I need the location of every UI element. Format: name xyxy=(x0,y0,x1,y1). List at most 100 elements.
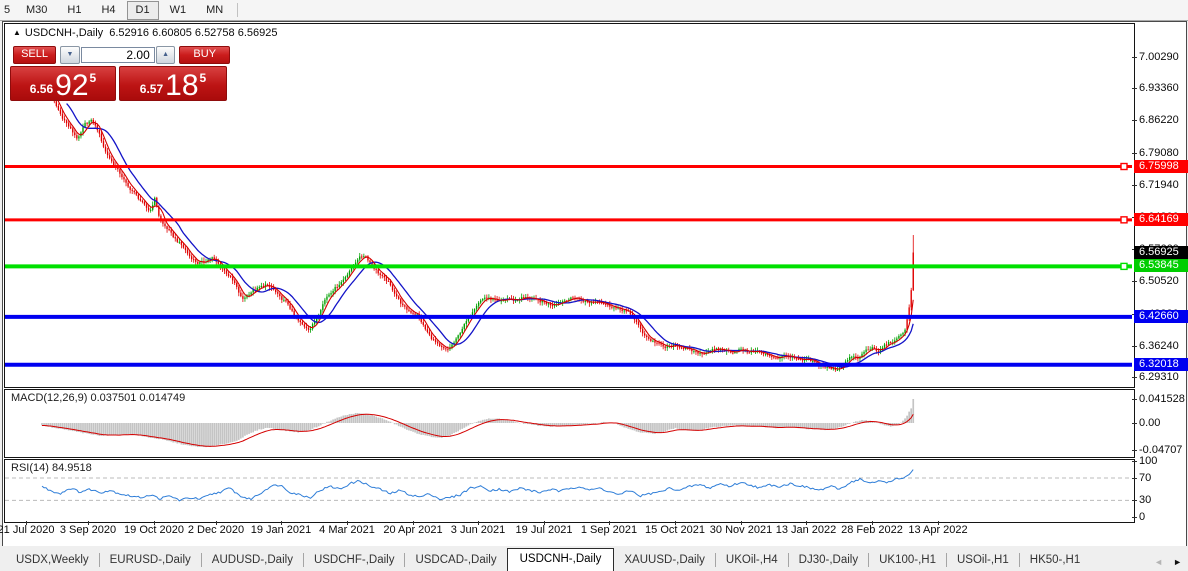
y-axis-tick xyxy=(1132,120,1137,122)
tab-item-usdcnhdaily[interactable]: USDCNH-,Daily xyxy=(506,548,615,571)
rsi-axis-tick xyxy=(1132,517,1137,519)
price-tag: 6.32018 xyxy=(1134,357,1188,371)
y-axis-tick xyxy=(1132,184,1137,186)
macd-axis-tick-label: 0.041528 xyxy=(1139,392,1185,405)
date-axis-label: 15 Oct 2021 xyxy=(645,524,705,536)
rsi-label: RSI(14) 84.9518 xyxy=(11,462,92,474)
toolbar-timeframe-button-d1[interactable]: D1 xyxy=(126,0,159,20)
buy-button[interactable]: BUY xyxy=(179,45,230,64)
tab-scroll-right-icon[interactable]: ► xyxy=(1173,557,1182,567)
date-axis-label: 2 Dec 2020 xyxy=(187,524,245,536)
toolbar-timeframe-button-m30[interactable]: M30 xyxy=(17,1,56,20)
y-axis-tick xyxy=(1132,345,1137,347)
y-axis-tick xyxy=(1132,57,1137,58)
collapse-arrow-icon[interactable]: ▲ xyxy=(13,28,21,37)
price-tag: 6.64169 xyxy=(1134,212,1188,226)
macd-axis-tick xyxy=(1132,423,1137,424)
toolbar-timeframe-button-h1[interactable]: H1 xyxy=(58,1,90,20)
macd-axis-tick xyxy=(1132,398,1137,400)
chart-title: ▲ USDCNH-,Daily 6.52916 6.60805 6.52758 6… xyxy=(13,27,277,39)
buy-price-main: 18 xyxy=(165,69,199,102)
tab-scroll-arrows: ◄ ► xyxy=(1154,557,1182,567)
sell-price-sup: 5 xyxy=(89,71,97,85)
sell-price-prefix: 6.56 xyxy=(29,82,54,96)
chevron-up-icon: ▲ xyxy=(162,50,170,58)
rsi-axis-tick-label: 30 xyxy=(1139,494,1152,507)
toolbar-timeframe-button-w1[interactable]: W1 xyxy=(161,1,196,20)
buy-price-display[interactable]: 6.57 18 5 xyxy=(119,66,227,101)
tab-item-ukoilh4[interactable]: UKOil-,H4 xyxy=(716,551,788,571)
tab-scroll-left-icon[interactable]: ◄ xyxy=(1154,557,1163,567)
rsi-axis-tick-label: 0 xyxy=(1139,511,1146,524)
rsi-axis-tick-label: 70 xyxy=(1139,472,1152,484)
chevron-down-icon: ▼ xyxy=(66,50,74,58)
date-axis-label: 3 Jun 2021 xyxy=(450,524,506,536)
buy-price-prefix: 6.57 xyxy=(139,82,164,96)
price-tag: 6.75998 xyxy=(1134,159,1188,173)
volume-input[interactable] xyxy=(80,46,155,63)
y-axis-tick-label: 6.29310 xyxy=(1139,371,1179,383)
y-axis-tick-label: 6.93360 xyxy=(1139,82,1179,95)
tab-item-uk100h1[interactable]: UK100-,H1 xyxy=(869,551,946,571)
tab-item-xauusddaily[interactable]: XAUUSD-,Daily xyxy=(614,551,715,571)
y-axis-tick xyxy=(1132,281,1137,283)
toolbar-timeframe-button-5[interactable]: 5 xyxy=(1,1,15,20)
y-axis-tick-label: 6.79080 xyxy=(1139,146,1179,159)
price-tag: 6.56925 xyxy=(1134,245,1188,259)
date-axis-label: 19 Jul 2021 xyxy=(515,524,573,536)
sell-price-display[interactable]: 6.56 92 5 xyxy=(10,66,116,101)
price-tag: 6.53845 xyxy=(1134,259,1188,273)
y-axis-tick-label: 7.00290 xyxy=(1139,51,1179,63)
date-axis-label: 21 Jul 2020 xyxy=(0,524,55,536)
timeframe-toolbar: 5 M30 H1 H4 D1 W1 MN xyxy=(0,0,1188,21)
toolbar-separator xyxy=(237,3,239,17)
tab-item-dj30daily[interactable]: DJ30-,Daily xyxy=(789,551,868,571)
y-axis-tick-label: 6.50520 xyxy=(1139,275,1179,288)
rsi-indicator-pane[interactable]: RSI(14) 84.9518 xyxy=(4,459,1135,523)
tab-item-usdxweekly[interactable]: USDX,Weekly xyxy=(6,551,99,571)
rsi-axis-tick xyxy=(1132,500,1137,502)
macd-axis-tick xyxy=(1132,450,1137,452)
rsi-axis-tick xyxy=(1132,478,1137,479)
chart-window: ▲ USDCNH-,Daily 6.52916 6.60805 6.52758 6… xyxy=(0,21,1188,547)
y-axis-tick xyxy=(1132,152,1137,154)
date-axis-label: 28 Feb 2022 xyxy=(841,524,903,536)
date-axis-label: 4 Mar 2021 xyxy=(319,524,375,536)
rsi-axis-tick-label: 100 xyxy=(1139,455,1158,468)
y-axis-tick-label: 6.86220 xyxy=(1139,114,1179,127)
rsi-axis-tick xyxy=(1132,461,1137,463)
date-axis-label: 13 Apr 2022 xyxy=(908,524,968,536)
macd-label: MACD(12,26,9) 0.037501 0.014749 xyxy=(11,392,186,404)
y-axis-tick xyxy=(1132,377,1137,378)
tab-item-usdcaddaily[interactable]: USDCAD-,Daily xyxy=(405,551,506,571)
date-axis-label: 30 Nov 2021 xyxy=(709,524,773,536)
volume-decrease-button[interactable]: ▼ xyxy=(60,45,80,64)
date-axis-label: 19 Oct 2020 xyxy=(124,524,184,536)
sell-button[interactable]: SELL xyxy=(13,45,57,64)
price-tag: 6.42660 xyxy=(1134,309,1188,323)
tab-item-eurusddaily[interactable]: EURUSD-,Daily xyxy=(100,551,201,571)
y-axis-tick xyxy=(1132,88,1137,90)
date-axis-label: 20 Apr 2021 xyxy=(383,524,443,536)
toolbar-timeframe-button-h4[interactable]: H4 xyxy=(92,1,124,20)
one-click-trading-panel: SELL ▼ ▲ BUY 6.56925 6.57185 xyxy=(10,45,230,101)
tab-item-audusddaily[interactable]: AUDUSD-,Daily xyxy=(202,551,303,571)
macd-indicator-pane[interactable]: MACD(12,26,9) 0.037501 0.014749 xyxy=(4,389,1135,458)
tab-item-hk50h1[interactable]: HK50-,H1 xyxy=(1020,551,1091,571)
buy-price-sup: 5 xyxy=(199,71,207,85)
tab-item-usoilh1[interactable]: USOil-,H1 xyxy=(947,551,1019,571)
symbol-tab-bar: USDX,Weekly EURUSD-,Daily AUDUSD-,Daily USD… xyxy=(0,546,1188,571)
date-axis-label: 19 Jan 2021 xyxy=(250,524,312,536)
tab-item-usdchfdaily[interactable]: USDCHF-,Daily xyxy=(304,551,405,571)
date-axis-label: 1 Sep 2021 xyxy=(580,524,638,536)
macd-axis-tick-label: 0.00 xyxy=(1139,417,1161,429)
date-axis-label: 3 Sep 2020 xyxy=(59,524,117,536)
date-axis-label: 13 Jan 2022 xyxy=(775,524,837,536)
y-axis-tick-label: 6.71940 xyxy=(1139,178,1179,191)
volume-increase-button[interactable]: ▲ xyxy=(155,45,176,64)
toolbar-timeframe-button-mn[interactable]: MN xyxy=(197,1,232,20)
y-axis-tick-label: 6.36240 xyxy=(1139,339,1179,352)
chart-title-text: USDCNH-,Daily 6.52916 6.60805 6.52758 6.… xyxy=(24,27,278,39)
sell-price-main: 92 xyxy=(55,69,89,102)
rsi-canvas[interactable] xyxy=(5,460,1132,520)
